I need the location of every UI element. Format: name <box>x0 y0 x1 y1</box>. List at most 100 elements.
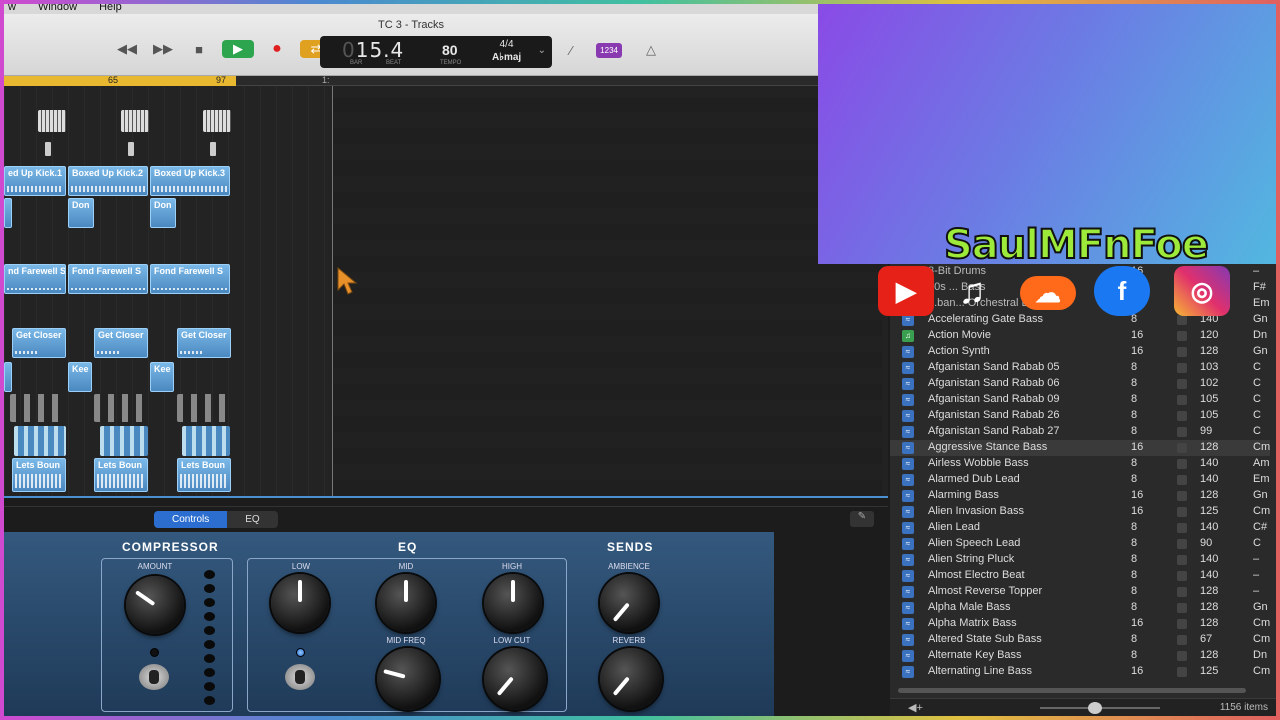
empty-tracks-grid[interactable] <box>332 98 882 496</box>
soundcloud-icon[interactable]: ☁ <box>1020 276 1076 310</box>
favorite-checkbox[interactable] <box>1177 555 1187 565</box>
audio-region[interactable]: Boxed Up Kick.2 <box>68 166 148 196</box>
midi-region[interactable] <box>182 426 230 456</box>
audio-region[interactable]: Get Closer <box>94 328 148 358</box>
rewind-button[interactable]: ◀◀ <box>114 40 140 58</box>
audio-region[interactable] <box>4 362 12 392</box>
favorite-checkbox[interactable] <box>1177 411 1187 421</box>
playhead[interactable] <box>332 86 333 496</box>
favorite-checkbox[interactable] <box>1177 395 1187 405</box>
audio-region[interactable]: Kee <box>150 362 174 392</box>
audio-region[interactable]: ed Up Kick.1 <box>4 166 66 196</box>
favorite-checkbox[interactable] <box>1177 459 1187 469</box>
audio-region[interactable]: Get Closer <box>12 328 66 358</box>
eq-switch[interactable] <box>285 664 315 690</box>
favorite-checkbox[interactable] <box>1177 347 1187 357</box>
menu-item-help[interactable]: Help <box>99 1 122 13</box>
favorite-checkbox[interactable] <box>1177 571 1187 581</box>
lcd-display[interactable]: 015.4 BAR BEAT 80 TEMPO 4/4 A♭maj ⌄ <box>320 36 552 68</box>
audio-region[interactable]: Fond Farewell S <box>68 264 148 294</box>
forward-button[interactable]: ▶▶ <box>150 40 176 58</box>
audio-region[interactable]: nd Farewell S <box>4 264 66 294</box>
list-item[interactable]: ≈ Alternate Key Bass 8 128 Dn <box>890 648 1270 664</box>
high-knob[interactable] <box>484 574 542 632</box>
list-item[interactable]: ≈ Afganistan Sand Rabab 09 8 105 C <box>890 392 1270 408</box>
menu-item-window[interactable]: Window <box>38 1 77 13</box>
amount-knob[interactable] <box>126 576 184 634</box>
favorite-checkbox[interactable] <box>1177 315 1187 325</box>
favorite-checkbox[interactable] <box>1177 363 1187 373</box>
count-in-button[interactable]: 1234 <box>596 42 622 58</box>
stop-button[interactable]: ■ <box>186 40 212 58</box>
low-knob[interactable] <box>271 574 329 632</box>
play-button[interactable]: ▶ <box>222 40 254 58</box>
favorite-checkbox[interactable] <box>1177 491 1187 501</box>
midi-region[interactable] <box>14 426 66 456</box>
favorite-checkbox[interactable] <box>1177 427 1187 437</box>
list-item[interactable]: ≈ Alarmed Dub Lead 8 140 Em <box>890 472 1270 488</box>
list-item[interactable]: ≈ Alien Speech Lead 8 90 C <box>890 536 1270 552</box>
list-item[interactable]: ≈ Alarming Bass 16 128 Gn <box>890 488 1270 504</box>
list-item[interactable]: ≈ Alpha Matrix Bass 16 128 Cm <box>890 616 1270 632</box>
favorite-checkbox[interactable] <box>1177 379 1187 389</box>
speaker-icon[interactable]: ◀+ <box>908 701 923 714</box>
favorite-checkbox[interactable] <box>1177 523 1187 533</box>
favorite-checkbox[interactable] <box>1177 603 1187 613</box>
favorite-checkbox[interactable] <box>1177 539 1187 549</box>
timeline-ruler-empty[interactable]: 1: <box>236 75 888 86</box>
list-item[interactable]: ≈ Aggressive Stance Bass 16 128 Cm <box>890 440 1270 456</box>
audio-region[interactable]: Don <box>150 198 176 228</box>
ambience-knob[interactable] <box>600 574 658 632</box>
midi-region[interactable] <box>121 110 149 132</box>
tracks-area[interactable]: ed Up Kick.1 Boxed Up Kick.2 Boxed Up Ki… <box>4 86 888 496</box>
tuner-icon[interactable]: ⁄ <box>570 43 572 58</box>
list-item[interactable]: ≈ Almost Electro Beat 8 140 – <box>890 568 1270 584</box>
list-item[interactable]: ≈ Alien Lead 8 140 C# <box>890 520 1270 536</box>
tab-controls[interactable]: Controls <box>154 511 228 528</box>
list-item[interactable]: ≈ Action Synth 16 128 Gn <box>890 344 1270 360</box>
midi-region[interactable] <box>100 426 148 456</box>
favorite-checkbox[interactable] <box>1177 475 1187 485</box>
list-item[interactable]: ≈ Alien Invasion Bass 16 125 Cm <box>890 504 1270 520</box>
apple-music-icon[interactable]: ♫ <box>944 266 1000 316</box>
metronome-icon[interactable]: △ <box>646 42 656 58</box>
list-item[interactable]: ≈ Afganistan Sand Rabab 05 8 103 C <box>890 360 1270 376</box>
tab-eq[interactable]: EQ <box>227 511 277 528</box>
list-item[interactable]: ≈ Alien String Pluck 8 140 – <box>890 552 1270 568</box>
volume-slider-handle[interactable] <box>1088 702 1102 714</box>
menu-item-partial[interactable]: w <box>8 1 16 13</box>
favorite-checkbox[interactable] <box>1177 635 1187 645</box>
audio-region[interactable]: Lets Boun <box>94 458 148 492</box>
list-item[interactable]: ≈ Afganistan Sand Rabab 26 8 105 C <box>890 408 1270 424</box>
audio-region[interactable] <box>4 198 12 228</box>
midi-region[interactable] <box>94 394 148 422</box>
favorite-checkbox[interactable] <box>1177 651 1187 661</box>
midi-region[interactable] <box>203 110 231 132</box>
youtube-icon[interactable]: ▶ <box>878 266 934 316</box>
reverb-knob[interactable] <box>600 648 662 710</box>
loop-browser-scrollbar[interactable] <box>898 688 1246 693</box>
midi-region[interactable] <box>177 394 231 422</box>
mid-freq-knob[interactable] <box>377 648 439 710</box>
audio-region[interactable]: Fond Farewell S <box>150 264 230 294</box>
compressor-switch[interactable] <box>139 664 169 690</box>
audio-region[interactable]: Lets Boun <box>177 458 231 492</box>
favorite-checkbox[interactable] <box>1177 667 1187 677</box>
midi-region[interactable] <box>10 394 62 422</box>
list-item[interactable]: ≈ Airless Wobble Bass 8 140 Am <box>890 456 1270 472</box>
timeline-ruler[interactable]: 65 97 <box>4 75 236 86</box>
audio-region[interactable]: Boxed Up Kick.3 <box>150 166 230 196</box>
mid-knob[interactable] <box>377 574 435 632</box>
list-item[interactable]: ≈ Altered State Sub Bass 8 67 Cm <box>890 632 1270 648</box>
favorite-checkbox[interactable] <box>1177 619 1187 629</box>
low-cut-knob[interactable] <box>484 648 546 710</box>
list-item[interactable]: ≈ Alpha Male Bass 8 128 Gn <box>890 600 1270 616</box>
midi-region[interactable] <box>38 110 66 132</box>
audio-region[interactable]: Get Closer <box>177 328 231 358</box>
audio-region[interactable]: Don <box>68 198 94 228</box>
chevron-down-icon[interactable]: ⌄ <box>538 45 546 56</box>
favorite-checkbox[interactable] <box>1177 507 1187 517</box>
list-item[interactable]: ≈ Afganistan Sand Rabab 27 8 99 C <box>890 424 1270 440</box>
list-item[interactable]: ♫ Action Movie 16 120 Dn <box>890 328 1270 344</box>
audio-region[interactable]: Kee <box>68 362 92 392</box>
